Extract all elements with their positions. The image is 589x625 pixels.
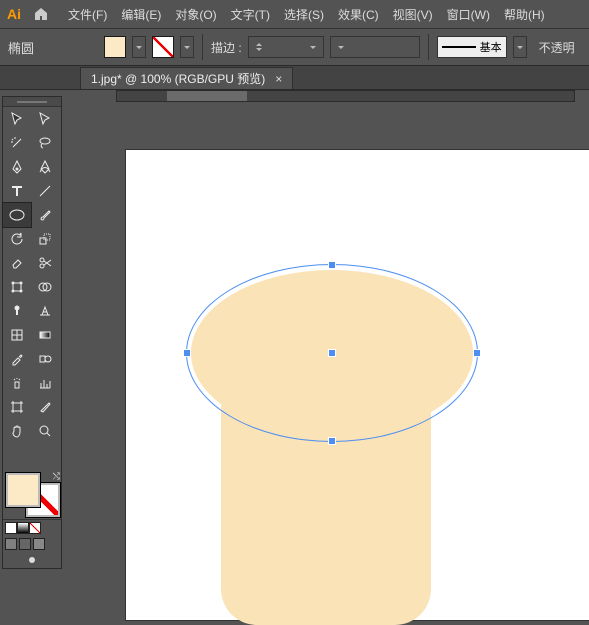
tool-direct-selection[interactable] [31, 107, 59, 131]
workspace: ⤭ [0, 90, 589, 610]
tool-ellipse[interactable] [3, 203, 31, 227]
draw-behind-icon[interactable] [19, 538, 31, 550]
close-tab-icon[interactable]: × [275, 72, 282, 86]
stroke-label: 描边 : [211, 39, 242, 56]
menu-object[interactable]: 对象(O) [169, 2, 222, 27]
tool-selection[interactable] [3, 107, 31, 131]
fill-swatch[interactable] [104, 36, 126, 58]
fill-swatch-dropdown[interactable] [132, 36, 146, 58]
tool-paintbrush[interactable] [31, 203, 59, 227]
active-tool-label: 椭圆 [8, 38, 98, 57]
tool-magic-wand[interactable] [3, 131, 31, 155]
tool-empty [3, 443, 31, 467]
tool-gradient[interactable] [31, 323, 59, 347]
tool-rotate[interactable] [3, 227, 31, 251]
tools-panel[interactable]: ⤭ [2, 96, 62, 569]
tool-scale[interactable] [31, 227, 59, 251]
draw-inside-icon[interactable] [33, 538, 45, 550]
menu-bar: 文件(F) 编辑(E) 对象(O) 文字(T) 选择(S) 效果(C) 视图(V… [62, 2, 551, 27]
tool-blend[interactable] [31, 347, 59, 371]
ellipse-shape[interactable] [191, 270, 473, 436]
tool-curvature[interactable] [31, 155, 59, 179]
screen-mode-icon[interactable] [29, 557, 35, 563]
tool-slice[interactable] [31, 395, 59, 419]
document-tab-1[interactable]: 1.jpg* @ 100% (RGB/GPU 预览) × [80, 67, 293, 89]
fill-stroke-indicator[interactable]: ⤭ [4, 471, 60, 517]
menu-help[interactable]: 帮助(H) [498, 2, 551, 27]
home-icon[interactable] [30, 3, 52, 25]
tool-type[interactable] [3, 179, 31, 203]
tool-mesh[interactable] [3, 323, 31, 347]
menu-edit[interactable]: 编辑(E) [115, 2, 167, 27]
tool-hand[interactable] [3, 419, 31, 443]
stroke-line-icon [442, 46, 476, 48]
brush-definition[interactable]: 基本 [437, 36, 507, 58]
document-tabs: 1.jpg* @ 100% (RGB/GPU 预览) × [0, 66, 589, 90]
menu-select[interactable]: 选择(S) [278, 2, 330, 27]
tool-free-transform[interactable] [3, 275, 31, 299]
tool-symbol-sprayer[interactable] [3, 371, 31, 395]
separator [202, 34, 203, 60]
control-bar: 椭圆 描边 : 基本 不透明 [0, 28, 589, 66]
fill-indicator[interactable] [6, 473, 40, 507]
handle-right[interactable] [474, 350, 480, 356]
color-mode-none[interactable] [29, 522, 41, 534]
tool-zoom[interactable] [31, 419, 59, 443]
color-mode-row [3, 519, 61, 536]
tools-panel-header[interactable] [3, 97, 61, 107]
variable-width-profile[interactable] [330, 36, 420, 58]
brush-definition-dropdown[interactable] [513, 36, 527, 58]
color-mode-solid[interactable] [5, 522, 17, 534]
tool-pen[interactable] [3, 155, 31, 179]
handle-top[interactable] [329, 262, 335, 268]
tool-scissors[interactable] [31, 251, 59, 275]
menu-type[interactable]: 文字(T) [225, 2, 276, 27]
separator [428, 34, 429, 60]
app-logo-icon: Ai [4, 4, 24, 24]
brush-definition-label: 基本 [480, 39, 502, 55]
stroke-swatch[interactable] [152, 36, 174, 58]
document-area [76, 90, 589, 610]
tool-eyedropper[interactable] [3, 347, 31, 371]
opacity-label: 不透明 [539, 39, 575, 56]
tool-lasso[interactable] [31, 131, 59, 155]
tool-puppet-warp[interactable] [3, 299, 31, 323]
horizontal-scrollbar[interactable] [116, 90, 575, 102]
tool-perspective-grid[interactable] [31, 299, 59, 323]
tool-line-segment[interactable] [31, 179, 59, 203]
menu-effect[interactable]: 效果(C) [332, 2, 385, 27]
draw-mode-row [3, 536, 61, 552]
draw-normal-icon[interactable] [5, 538, 17, 550]
handle-left[interactable] [184, 350, 190, 356]
document-tab-title: 1.jpg* @ 100% (RGB/GPU 预览) [91, 70, 265, 87]
stroke-swatch-dropdown[interactable] [180, 36, 194, 58]
tool-artboard[interactable] [3, 395, 31, 419]
tool-shape-builder[interactable] [31, 275, 59, 299]
color-mode-gradient[interactable] [17, 522, 29, 534]
menu-window[interactable]: 窗口(W) [441, 2, 496, 27]
artboard[interactable] [126, 150, 589, 620]
stroke-weight-input[interactable] [269, 40, 303, 54]
menu-view[interactable]: 视图(V) [387, 2, 439, 27]
tool-column-graph[interactable] [31, 371, 59, 395]
swap-fill-stroke-icon[interactable]: ⤭ [53, 471, 60, 482]
scrollbar-thumb[interactable] [167, 91, 247, 101]
stroke-weight-stepper[interactable] [248, 36, 324, 58]
menu-file[interactable]: 文件(F) [62, 2, 113, 27]
title-bar: Ai 文件(F) 编辑(E) 对象(O) 文字(T) 选择(S) 效果(C) 视… [0, 0, 589, 28]
tools-grid [3, 107, 61, 467]
tool-eraser[interactable] [3, 251, 31, 275]
